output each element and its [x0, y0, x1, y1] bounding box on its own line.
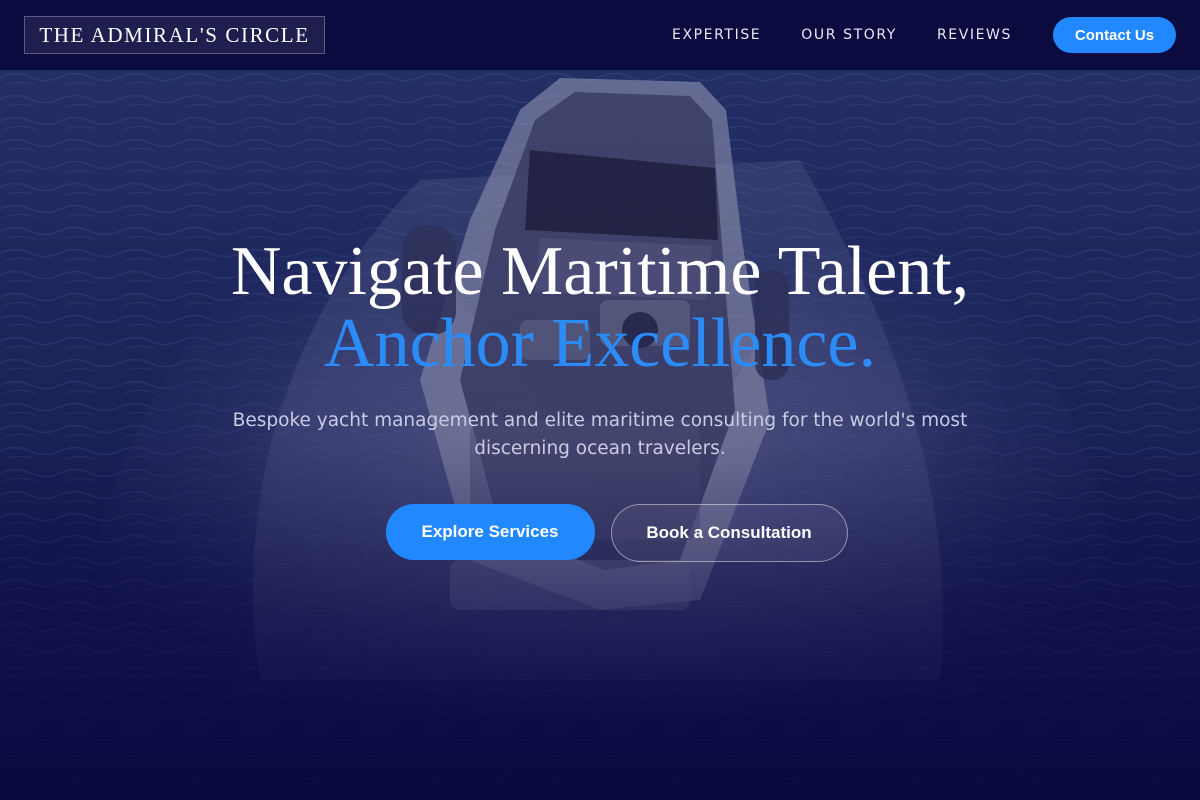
brand-logo[interactable]: THE ADMIRAL'S CIRCLE	[24, 16, 325, 54]
hero-headline-line1: Navigate Maritime Talent,	[230, 233, 970, 310]
nav-links: EXPERTISE OUR STORY REVIEWS Contact Us	[672, 17, 1176, 53]
hero-subtitle: Bespoke yacht management and elite marit…	[232, 410, 968, 459]
nav-link-our-story[interactable]: OUR STORY	[801, 27, 897, 43]
contact-us-button[interactable]: Contact Us	[1053, 17, 1176, 53]
top-navbar: THE ADMIRAL'S CIRCLE EXPERTISE OUR STORY…	[0, 0, 1200, 70]
nav-link-expertise[interactable]: EXPERTISE	[672, 27, 761, 43]
book-consultation-button[interactable]: Book a Consultation	[610, 504, 848, 562]
explore-services-button[interactable]: Explore Services	[385, 504, 595, 560]
hero-headline-accent: Anchor Excellence.	[324, 305, 876, 382]
landing-page: THE ADMIRAL'S CIRCLE EXPERTISE OUR STORY…	[0, 0, 1200, 800]
hero-cta-group: Explore Services Book a Consultation	[0, 504, 1200, 562]
nav-link-reviews[interactable]: REVIEWS	[937, 27, 1012, 43]
hero-section: Navigate Maritime Talent, Anchor Excelle…	[0, 0, 1200, 800]
hero-headline: Navigate Maritime Talent, Anchor Excelle…	[0, 236, 1200, 380]
